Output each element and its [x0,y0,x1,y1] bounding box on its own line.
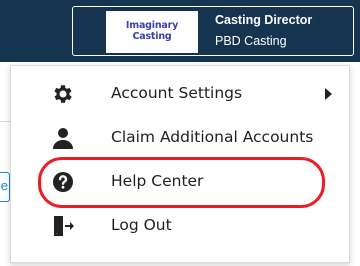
menu-item-account-settings[interactable]: Account Settings [11,72,349,116]
top-navigation-bar: Imaginary Casting Casting Director PBD C… [0,0,360,62]
company-logo-text: Imaginary Casting [125,20,179,42]
background-button-fragment[interactable]: e [0,172,10,202]
menu-item-label: Claim Additional Accounts [111,128,314,146]
menu-item-log-out[interactable]: Log Out [11,204,349,248]
background-button-text: e [0,178,8,193]
company-logo: Imaginary Casting [106,11,198,53]
chevron-right-icon [325,88,332,100]
gear-icon [54,85,72,103]
menu-item-label: Account Settings [111,84,243,102]
help-center-highlight-annotation [38,157,325,208]
menu-item-claim-additional-accounts[interactable]: Claim Additional Accounts [11,116,349,160]
logout-door-icon [54,216,74,236]
background-divider [0,121,10,122]
account-switcher[interactable]: Imaginary Casting Casting Director PBD C… [72,6,354,56]
user-company: PBD Casting [215,34,287,48]
menu-item-label: Log Out [111,216,172,234]
person-icon [53,128,73,149]
user-role: Casting Director [215,13,313,27]
